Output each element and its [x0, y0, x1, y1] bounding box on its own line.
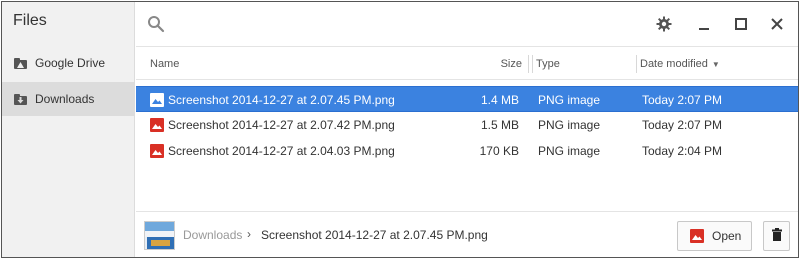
- column-header-date-modified[interactable]: Date modified ▼: [640, 58, 720, 70]
- file-row[interactable]: Screenshot 2014-12-27 at 2.07.42 PM.png …: [136, 112, 798, 138]
- file-size: 1.5 MB: [480, 118, 519, 132]
- file-date: Today 2:04 PM: [642, 144, 723, 158]
- maximize-icon[interactable]: [732, 15, 750, 33]
- close-icon[interactable]: [768, 15, 786, 33]
- google-drive-folder-icon: [14, 57, 27, 69]
- breadcrumb-separator: ›: [247, 227, 251, 241]
- image-file-icon: [690, 229, 704, 243]
- column-divider[interactable]: [532, 55, 533, 73]
- file-name: Screenshot 2014-12-27 at 2.07.42 PM.png: [168, 118, 395, 132]
- column-divider[interactable]: [528, 55, 529, 73]
- sidebar-item-google-drive[interactable]: Google Drive: [2, 46, 135, 80]
- app-title: Files: [13, 12, 47, 29]
- column-header-size[interactable]: Size: [500, 58, 522, 70]
- toolbar: [136, 2, 798, 46]
- downloads-folder-icon: [14, 93, 27, 105]
- file-size: 1.4 MB: [480, 93, 519, 107]
- file-type: PNG image: [538, 93, 601, 107]
- search-icon[interactable]: [147, 15, 165, 33]
- sidebar: Files Google Drive Downloads: [2, 2, 135, 257]
- file-type: PNG image: [538, 144, 601, 158]
- column-header-type[interactable]: Type: [536, 58, 560, 70]
- breadcrumb-downloads[interactable]: Downloads: [183, 228, 242, 242]
- delete-button[interactable]: [763, 221, 790, 251]
- sidebar-item-label: Google Drive: [35, 56, 106, 70]
- file-row[interactable]: Screenshot 2014-12-27 at 2.04.03 PM.png …: [136, 138, 798, 164]
- image-file-icon: [150, 118, 164, 132]
- files-app-window: Files Google Drive Downloads Name Size T…: [1, 1, 799, 258]
- file-name: Screenshot 2014-12-27 at 2.07.45 PM.png: [168, 93, 395, 107]
- file-name: Screenshot 2014-12-27 at 2.04.03 PM.png: [168, 144, 395, 158]
- file-type: PNG image: [538, 118, 601, 132]
- image-file-icon: [150, 144, 164, 158]
- sidebar-item-downloads[interactable]: Downloads: [2, 82, 135, 116]
- file-list: Screenshot 2014-12-27 at 2.07.45 PM.png …: [136, 86, 798, 164]
- trash-icon: [771, 228, 782, 244]
- selected-file-thumbnail: [144, 221, 175, 250]
- sort-descending-icon: ▼: [711, 60, 720, 69]
- file-row[interactable]: Screenshot 2014-12-27 at 2.07.45 PM.png …: [136, 86, 798, 112]
- minimize-icon[interactable]: [695, 15, 713, 33]
- file-size: 170 KB: [479, 144, 519, 158]
- footer-bar: Downloads › Screenshot 2014-12-27 at 2.0…: [136, 211, 798, 257]
- breadcrumb-file-name: Screenshot 2014-12-27 at 2.07.45 PM.png: [261, 228, 488, 242]
- column-header-date-label: Date modified: [640, 58, 708, 70]
- column-header-row: Name Size Type Date modified ▼: [136, 46, 798, 80]
- open-button-label: Open: [712, 229, 742, 243]
- file-date: Today 2:07 PM: [642, 93, 723, 107]
- open-button[interactable]: Open: [677, 221, 752, 251]
- gear-icon[interactable]: [655, 15, 673, 33]
- sidebar-item-label: Downloads: [35, 92, 95, 106]
- main-panel: Name Size Type Date modified ▼ Screenshot…: [136, 2, 798, 257]
- file-date: Today 2:07 PM: [642, 118, 723, 132]
- column-header-name[interactable]: Name: [150, 58, 179, 70]
- column-divider[interactable]: [636, 55, 637, 73]
- image-file-icon: [150, 93, 164, 107]
